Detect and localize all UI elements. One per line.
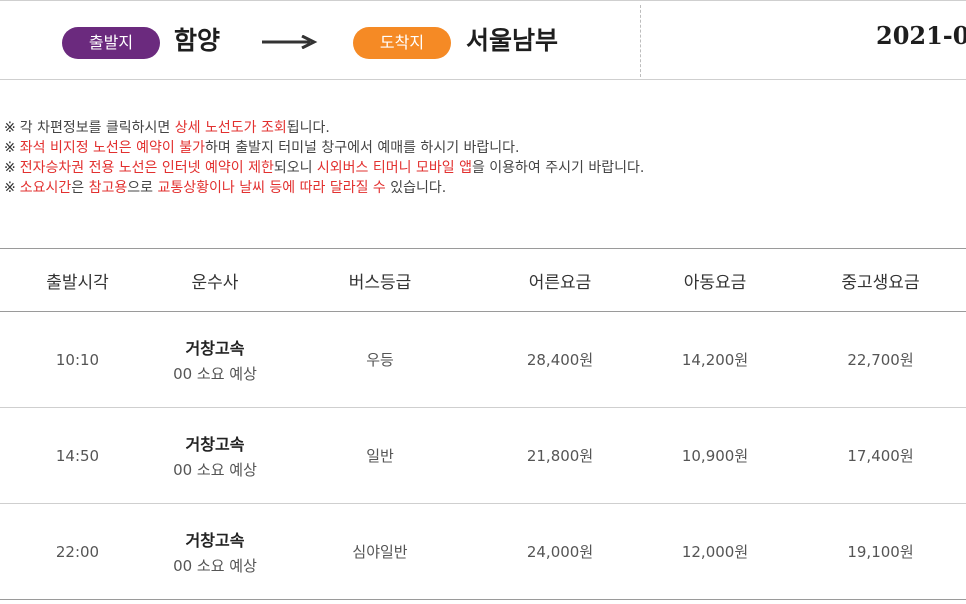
notice-highlight: 좌석 비지정 노선은 예약이 불가: [19, 140, 205, 156]
arrow-right-icon: [262, 35, 318, 49]
header-child-fare: 아동요금: [683, 272, 747, 293]
header-bus-grade: 버스등급: [348, 272, 412, 293]
header-departure-time: 출발시각: [46, 272, 109, 293]
child-fare: 14,200원: [681, 351, 749, 369]
departure-time: 22:00: [55, 542, 100, 561]
notice-line: ※ 좌석 비지정 노선은 예약이 불가하며 출발지 터미널 창구에서 예매를 하시…: [4, 138, 954, 158]
operator-cell: 거창고속 00 소요 예상: [155, 335, 275, 384]
student-fare: 17,400원: [847, 447, 914, 465]
notice-highlight: 참고용: [88, 180, 128, 196]
departure-time: 10:10: [55, 350, 100, 369]
operator-name: 거창고속: [185, 531, 245, 550]
estimated-duration: 00 소요 예상: [173, 461, 257, 479]
operator-name: 거창고속: [185, 435, 245, 454]
child-fare: 12,000원: [681, 543, 749, 561]
notice-list: ※ 각 차편정보를 클릭하시면 상세 노선도가 조회됩니다. ※ 좌석 비지정 노선은…: [4, 118, 954, 198]
notice-mark: ※: [4, 180, 16, 196]
bus-grade: 심야일반: [352, 543, 408, 561]
table-row[interactable]: 22:00 거창고속 00 소요 예상 심야일반 24,000원 12,000원…: [0, 504, 966, 600]
operator-cell: 거창고속 00 소요 예상: [155, 431, 275, 480]
notice-text: 하며 출발지 터미널 창구에서 예매를 하시기 바랍니다.: [204, 140, 520, 156]
bus-grade: 우등: [366, 351, 394, 369]
notice-text: 됩니다.: [286, 120, 330, 136]
student-fare: 19,100원: [847, 543, 914, 561]
notice-line: ※ 각 차편정보를 클릭하시면 상세 노선도가 조회됩니다.: [4, 118, 954, 138]
departure-name: 함양: [174, 26, 221, 55]
estimated-duration: 00 소요 예상: [173, 365, 257, 383]
route-divider: [640, 5, 641, 77]
header-operator: 운수사: [191, 272, 239, 293]
bus-grade: 일반: [366, 447, 394, 465]
notice-highlight: 전자승차권 전용 노선은 인터넷 예약이 제한: [19, 160, 274, 176]
notice-text: 으로: [127, 180, 158, 196]
header-adult-fare: 어른요금: [528, 272, 592, 293]
child-fare: 10,900원: [681, 447, 749, 465]
notice-line: ※ 소요시간은 참고용으로 교통상황이나 날씨 등에 따라 달라질 수 있습니다.: [4, 178, 954, 198]
notice-line: ※ 전자승차권 전용 노선은 인터넷 예약이 제한되오니 시외버스 티머니 모바일…: [4, 158, 954, 178]
notice-highlight: 소요시간: [19, 180, 72, 196]
operator-cell: 거창고속 00 소요 예상: [155, 527, 275, 576]
header-student-fare: 중고생요금: [841, 272, 920, 293]
notice-highlight: 상세 노선도가 조회: [174, 120, 287, 136]
arrival-badge: 도착지: [353, 27, 451, 59]
notice-mark: ※: [4, 120, 16, 136]
adult-fare: 28,400원: [526, 351, 594, 369]
route-bar: 출발지 함양 도착지 서울남부 2021-06: [0, 0, 966, 80]
departure-date: 2021-06: [876, 21, 966, 50]
adult-fare: 21,800원: [526, 447, 594, 465]
departure-time: 14:50: [55, 446, 100, 465]
table-row[interactable]: 14:50 거창고속 00 소요 예상 일반 21,800원 10,900원 1…: [0, 408, 966, 504]
notice-mark: ※: [4, 160, 16, 176]
notice-mark: ※: [4, 140, 16, 156]
departure-badge: 출발지: [62, 27, 160, 59]
table-row[interactable]: 10:10 거창고속 00 소요 예상 우등 28,400원 14,200원 2…: [0, 312, 966, 408]
table-header: 출발시각 운수사 버스등급 어른요금 아동요금 중고생요금: [0, 249, 966, 312]
notice-text: 각 차편정보를 클릭하시면: [19, 120, 175, 136]
adult-fare: 24,000원: [526, 543, 594, 561]
arrival-name: 서울남부: [466, 26, 559, 55]
notice-text: 을 이용하여 주시기 바랍니다.: [471, 160, 645, 176]
schedule-table: 출발시각 운수사 버스등급 어른요금 아동요금 중고생요금 10:10 거창고속…: [0, 248, 966, 600]
estimated-duration: 00 소요 예상: [173, 557, 257, 575]
student-fare: 22,700원: [847, 351, 914, 369]
notice-text: 있습니다.: [390, 180, 447, 196]
notice-text: 되오니: [273, 160, 317, 176]
notice-text: 은: [71, 180, 89, 196]
operator-name: 거창고속: [185, 339, 245, 358]
notice-highlight: 시외버스 티머니 모바일 앱: [316, 160, 472, 176]
notice-highlight: 교통상황이나 날씨 등에 따라 달라질 수: [157, 180, 391, 196]
